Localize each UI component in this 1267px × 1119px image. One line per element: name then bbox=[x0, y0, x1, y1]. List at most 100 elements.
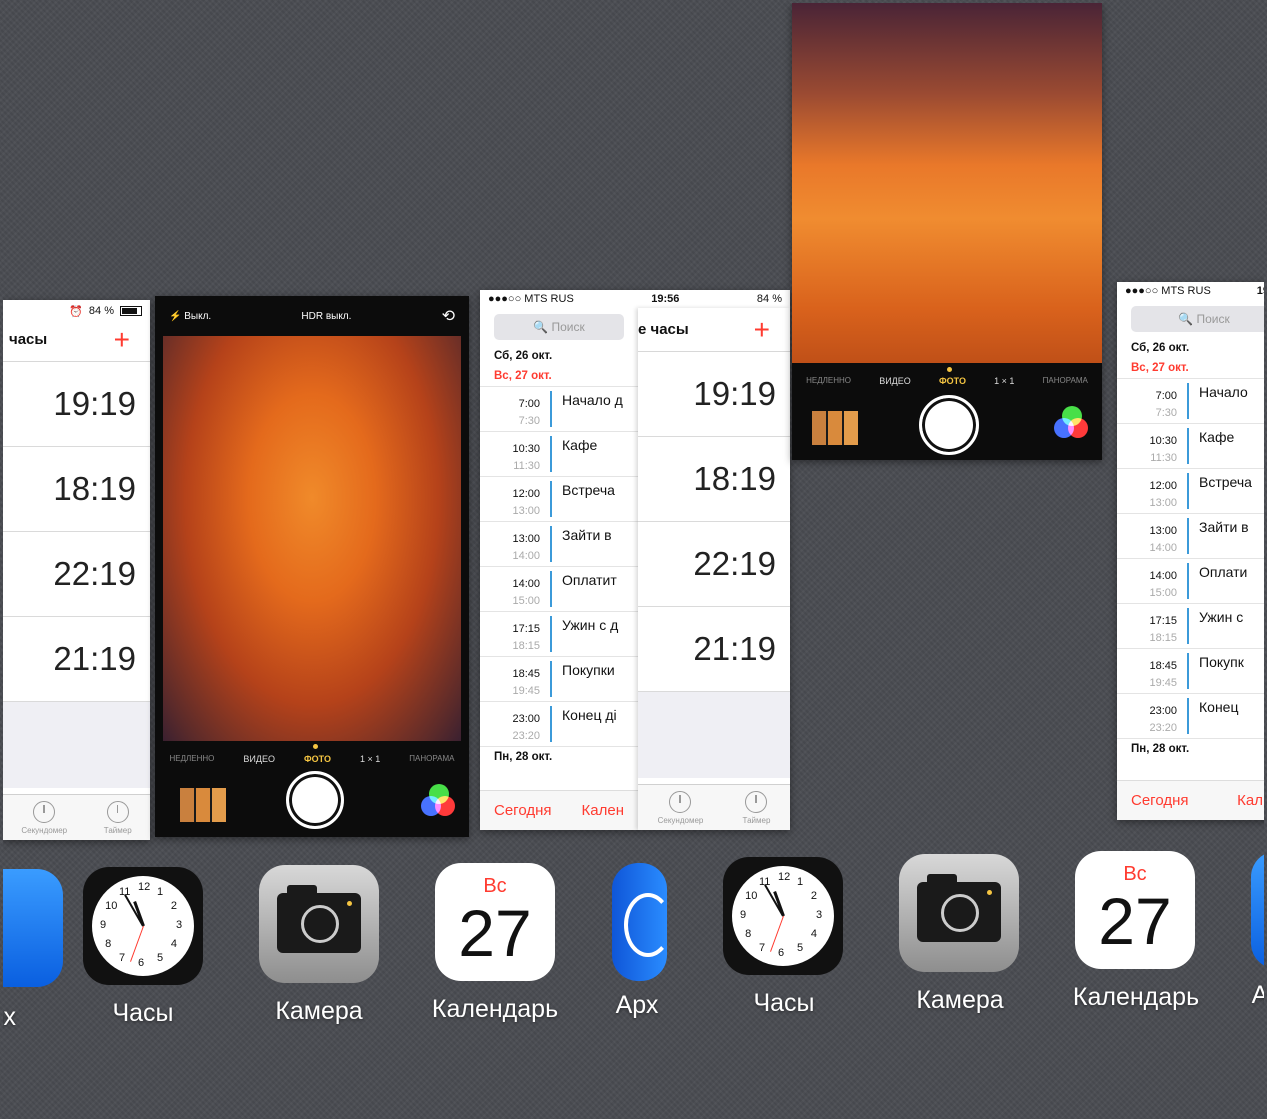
alarm-row[interactable]: 19:19 bbox=[638, 352, 790, 437]
partial-blue-app-icon-2[interactable] bbox=[1251, 851, 1264, 969]
viewfinder[interactable] bbox=[163, 336, 461, 741]
event-end: 7:30 bbox=[518, 415, 540, 427]
clock-number: 6 bbox=[138, 957, 145, 969]
tab-timer[interactable]: Таймер bbox=[743, 791, 770, 825]
photo-thumbnail[interactable] bbox=[180, 788, 226, 822]
mode-square[interactable]: 1 × 1 bbox=[994, 376, 1014, 386]
camera-app-card-2[interactable]: НЕДЛЕННО ВИДЕО ФОТО 1 × 1 ПАНОРАМА bbox=[792, 3, 1102, 460]
event-title: Оплатит bbox=[562, 572, 617, 588]
tab-stopwatch[interactable]: Секундомер bbox=[21, 801, 67, 835]
calendars-button[interactable]: Кал bbox=[1237, 792, 1263, 809]
clock-app-icon-2[interactable]: 12 1 2 3 4 5 6 7 8 9 10 11 bbox=[723, 857, 843, 975]
alarm-row[interactable]: 18:19 bbox=[3, 447, 150, 532]
mode-panorama[interactable]: ПАНОРАМА bbox=[1043, 376, 1088, 386]
mode-video[interactable]: ВИДЕО bbox=[243, 754, 275, 764]
stopwatch-icon bbox=[669, 791, 692, 813]
calendars-button[interactable]: Кален bbox=[582, 802, 624, 819]
event-row[interactable]: 23:00 23:20 Конец bbox=[1117, 693, 1264, 738]
alarm-row[interactable]: 22:19 bbox=[638, 522, 790, 607]
camera-lens bbox=[301, 905, 339, 943]
alarm-icon: ⏰ bbox=[69, 305, 83, 318]
event-row[interactable]: 7:00 7:30 Начало bbox=[1117, 378, 1264, 423]
search-field[interactable]: 🔍 Поиск bbox=[494, 314, 624, 340]
mode-photo[interactable]: ФОТО bbox=[304, 754, 331, 764]
tab-timer[interactable]: Таймер bbox=[104, 801, 132, 835]
alarm-row[interactable]: 22:19 bbox=[3, 532, 150, 617]
clock-number: 7 bbox=[759, 941, 766, 954]
alarm-row[interactable]: 18:19 bbox=[638, 437, 790, 522]
clock-number: 9 bbox=[740, 909, 747, 921]
event-time: 23:00 23:20 bbox=[480, 702, 550, 746]
flash-label: Выкл. bbox=[184, 310, 212, 322]
clock-number: 3 bbox=[176, 919, 183, 931]
camera-app-icon[interactable] bbox=[259, 865, 379, 983]
calendar-app-card[interactable]: ●●●○○ MTS RUS 19:56 84 % 🔍 Поиск Сб, 26 … bbox=[480, 290, 790, 830]
clock-number: 7 bbox=[119, 951, 126, 964]
event-row[interactable]: 14:00 15:00 Оплати bbox=[1117, 558, 1264, 603]
event-start: 23:00 bbox=[1149, 705, 1177, 717]
event-row[interactable]: 18:45 19:45 Покупк bbox=[1117, 648, 1264, 693]
event-row[interactable]: 17:15 18:15 Ужин с bbox=[1117, 603, 1264, 648]
hdr-toggle[interactable]: HDR выкл. bbox=[301, 311, 351, 322]
event-start: 12:00 bbox=[512, 488, 540, 500]
shutter-button[interactable] bbox=[919, 395, 979, 455]
event-time: 7:00 7:30 bbox=[1117, 379, 1187, 423]
tab-stopwatch[interactable]: Секундомер bbox=[657, 791, 704, 825]
event-time: 13:00 14:00 bbox=[480, 522, 550, 566]
add-button[interactable]: + bbox=[754, 315, 770, 344]
event-start: 7:00 bbox=[1155, 390, 1177, 402]
mode-square[interactable]: 1 × 1 bbox=[360, 754, 380, 764]
mode-video[interactable]: ВИДЕО bbox=[879, 376, 911, 386]
shutter-button[interactable] bbox=[286, 771, 344, 829]
status-bar: ⏰ 84 % bbox=[3, 300, 150, 318]
clock-app-card[interactable]: ⏰ 84 % часы + 19:19 18:19 22:19 21:19 Сек… bbox=[3, 300, 150, 840]
event-time: 17:15 18:15 bbox=[1117, 604, 1187, 648]
mode-slomo[interactable]: НЕДЛЕННО bbox=[170, 754, 215, 764]
event-list: 7:00 7:30 Начало 10:30 11:30 Кафе 12:00 13:00 Вс… bbox=[1117, 378, 1264, 738]
alarm-row[interactable]: 21:19 bbox=[3, 617, 150, 702]
filter-red bbox=[1068, 418, 1088, 438]
viewfinder[interactable] bbox=[792, 3, 1102, 363]
event-title: Зайти в bbox=[562, 527, 612, 543]
page-title: часы bbox=[9, 331, 48, 348]
event-row[interactable]: 10:30 11:30 Кафе bbox=[1117, 423, 1264, 468]
archive-app-icon[interactable] bbox=[612, 863, 667, 981]
today-button[interactable]: Сегодня bbox=[494, 802, 552, 819]
partial-blue-app-icon[interactable] bbox=[3, 869, 63, 987]
event-start: 12:00 bbox=[1149, 480, 1177, 492]
tab-bar: Секундомер Таймер bbox=[3, 794, 150, 840]
calendar-app-icon-2[interactable]: Вс 27 bbox=[1075, 851, 1195, 969]
alarm-row[interactable]: 19:19 bbox=[3, 362, 150, 447]
mode-panorama[interactable]: ПАНОРАМА bbox=[409, 754, 454, 764]
event-row[interactable]: 13:00 14:00 Зайти в bbox=[1117, 513, 1264, 558]
switch-camera-icon[interactable]: ⟲ bbox=[442, 306, 455, 326]
alarm-row[interactable]: 21:19 bbox=[638, 607, 790, 692]
event-row[interactable]: 12:00 13:00 Встреча bbox=[1117, 468, 1264, 513]
clock-number: 2 bbox=[810, 890, 818, 902]
event-end: 14:00 bbox=[512, 550, 540, 562]
calendar-app-card-2[interactable]: ●●●○○ MTS RUS 19 🔍 Поиск Сб, 26 окт. Вс,… bbox=[1117, 282, 1264, 820]
event-start: 10:30 bbox=[512, 443, 540, 455]
clock-number: 8 bbox=[745, 928, 752, 940]
app-label: Часы bbox=[112, 999, 174, 1027]
event-end: 15:00 bbox=[512, 595, 540, 607]
add-button[interactable]: + bbox=[114, 325, 130, 354]
mode-photo[interactable]: ФОТО bbox=[939, 376, 966, 386]
camera-app-card[interactable]: ⚡ Выкл. HDR выкл. ⟲ НЕДЛЕННО ВИДЕО ФОТО … bbox=[155, 296, 469, 837]
clock-number: 6 bbox=[778, 947, 785, 959]
filters-icon[interactable] bbox=[421, 784, 457, 820]
mode-slomo[interactable]: НЕДЛЕННО bbox=[806, 376, 851, 386]
event-time: 10:30 11:30 bbox=[480, 432, 550, 476]
calendar-app-icon[interactable]: Вс 27 bbox=[435, 863, 555, 981]
tab-label: Секундомер bbox=[657, 816, 704, 825]
photo-thumbnail[interactable] bbox=[812, 411, 858, 445]
flash-toggle[interactable]: ⚡ Выкл. bbox=[169, 311, 211, 322]
clock-app-card-overlap[interactable]: е часы + 19:19 18:19 22:19 21:19 Секундо… bbox=[638, 308, 790, 830]
camera-app-icon-2[interactable] bbox=[899, 854, 1019, 972]
clock-app-icon[interactable]: 12 1 2 3 4 5 6 7 8 9 10 11 bbox=[83, 867, 203, 985]
today-button[interactable]: Сегодня bbox=[1131, 792, 1189, 809]
event-title: Ужин с д bbox=[562, 617, 619, 633]
search-field[interactable]: 🔍 Поиск bbox=[1131, 306, 1264, 332]
filters-icon[interactable] bbox=[1054, 406, 1090, 442]
event-start: 10:30 bbox=[1149, 435, 1177, 447]
